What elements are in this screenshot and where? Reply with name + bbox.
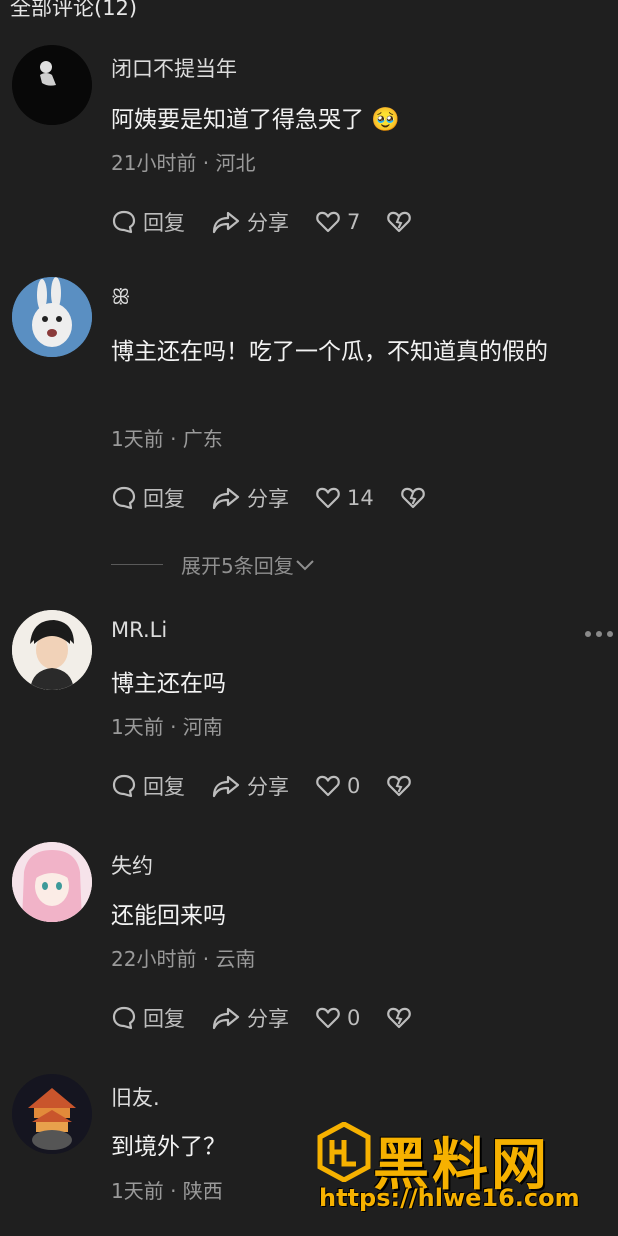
heart-icon (316, 211, 340, 233)
reply-label: 回复 (143, 775, 185, 799)
share-button[interactable]: 分享 (211, 207, 289, 237)
like-button[interactable]: 0 (315, 1006, 360, 1030)
broken-heart-icon (400, 487, 425, 509)
share-arrow-icon (212, 211, 240, 234)
comment-actions: 回复 分享 7 (111, 207, 444, 237)
avatar[interactable] (12, 1074, 92, 1154)
like-button[interactable]: 0 (315, 774, 360, 798)
comment-meta: 22小时前 · 云南 (111, 947, 256, 971)
comment-bubble-icon (112, 210, 136, 234)
broken-heart-icon (387, 1007, 412, 1029)
comment-meta: 1天前 · 广东 (111, 427, 223, 451)
comment-meta: 21小时前 · 河北 (111, 151, 256, 175)
comment-actions: 回复 分享 0 (111, 771, 444, 801)
expand-replies-button[interactable]: 展开5条回复 (111, 550, 316, 579)
comment-author[interactable]: MR.Li (111, 618, 167, 642)
share-button[interactable]: 分享 (211, 1003, 289, 1033)
share-arrow-icon (212, 487, 240, 510)
share-label: 分享 (247, 1007, 289, 1031)
share-label: 分享 (247, 211, 289, 235)
watermark-url: https://hlwe16.com (319, 1184, 580, 1212)
reply-button[interactable]: 回复 (111, 1003, 185, 1033)
reply-label: 回复 (143, 211, 185, 235)
avatar[interactable] (12, 610, 92, 690)
comment-text: 博主还在吗 (111, 671, 226, 697)
heart-icon (316, 775, 340, 797)
heart-icon (316, 1007, 340, 1029)
comment-author[interactable]: 闭口不提当年 (111, 53, 237, 83)
avatar[interactable] (12, 842, 92, 922)
dislike-button[interactable] (386, 774, 418, 798)
share-arrow-icon (212, 775, 240, 798)
comments-header: 全部评论(12) (10, 0, 138, 20)
reply-label: 回复 (143, 1007, 185, 1031)
comment-bubble-icon (112, 774, 136, 798)
share-button[interactable]: 分享 (211, 771, 289, 801)
comment-author[interactable]: ꕥ (111, 285, 131, 310)
comment-bubble-icon (112, 486, 136, 510)
share-button[interactable]: 分享 (211, 483, 289, 513)
reply-button[interactable]: 回复 (111, 207, 185, 237)
site-logo-icon (317, 1122, 371, 1182)
comment-text: 阿姨要是知道了得急哭了 🥹 (111, 107, 400, 133)
comment-meta: 1天前 · 河南 (111, 715, 223, 739)
avatar[interactable] (12, 277, 92, 357)
comment-author[interactable]: 失约 (111, 850, 153, 880)
dislike-button[interactable] (386, 210, 418, 234)
comment-meta: 1天前 · 陕西 (111, 1179, 223, 1203)
share-label: 分享 (247, 775, 289, 799)
dislike-button[interactable] (386, 1006, 418, 1030)
chevron-down-icon (296, 559, 314, 570)
broken-heart-icon (387, 211, 412, 233)
like-count: 7 (347, 210, 361, 234)
broken-heart-icon (387, 775, 412, 797)
like-count: 0 (347, 774, 361, 798)
dislike-button[interactable] (400, 486, 432, 510)
heart-icon (316, 487, 340, 509)
like-count: 14 (347, 486, 374, 510)
like-button[interactable]: 7 (315, 210, 360, 234)
divider-line (111, 564, 163, 565)
more-options-icon[interactable] (584, 630, 614, 638)
expand-replies-label: 展开5条回复 (181, 554, 294, 578)
share-label: 分享 (247, 487, 289, 511)
like-button[interactable]: 14 (315, 486, 374, 510)
comment-author[interactable]: 旧友. (111, 1082, 160, 1112)
avatar[interactable] (12, 45, 92, 125)
comment-bubble-icon (112, 1006, 136, 1030)
site-watermark: 黑料网 https://hlwe16.com (315, 1120, 615, 1220)
share-arrow-icon (212, 1007, 240, 1030)
comment-actions: 回复 分享 14 (111, 483, 458, 513)
comment-text: 还能回来吗 (111, 903, 226, 929)
comment-text: 博主还在吗！吃了一个瓜，不知道真的假的 (111, 339, 548, 365)
reply-label: 回复 (143, 487, 185, 511)
reply-button[interactable]: 回复 (111, 771, 185, 801)
like-count: 0 (347, 1006, 361, 1030)
comment-actions: 回复 分享 0 (111, 1003, 444, 1033)
reply-button[interactable]: 回复 (111, 483, 185, 513)
